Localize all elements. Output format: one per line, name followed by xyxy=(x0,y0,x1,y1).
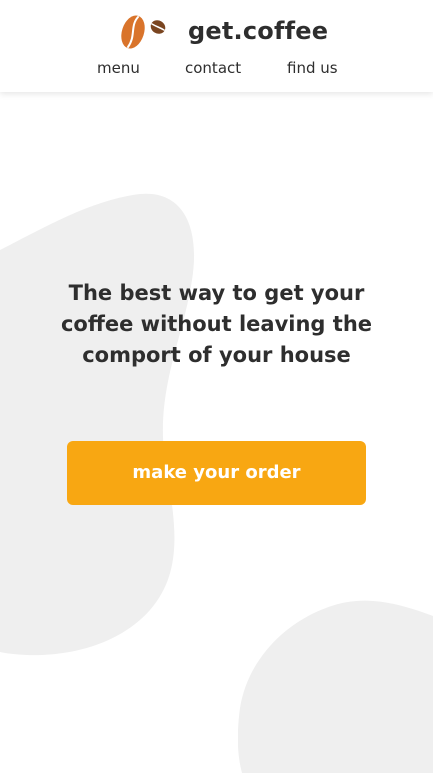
nav-item-contact[interactable]: contact xyxy=(185,56,241,80)
background-blob-left xyxy=(0,193,195,656)
coffee-beans-logo-icon xyxy=(121,15,166,49)
main-nav: menu contact find us xyxy=(0,56,433,80)
background-blob-right xyxy=(238,600,433,773)
hero-headline: The best way to get your coffee without … xyxy=(60,281,373,367)
nav-item-menu[interactable]: menu xyxy=(97,56,140,80)
brand-name: get.coffee xyxy=(188,17,329,45)
make-order-button[interactable]: make your order xyxy=(67,441,366,505)
brand[interactable]: get.coffee xyxy=(120,12,328,50)
nav-item-find-us[interactable]: find us xyxy=(287,56,338,80)
site-header: get.coffee menu contact find us xyxy=(0,0,433,92)
